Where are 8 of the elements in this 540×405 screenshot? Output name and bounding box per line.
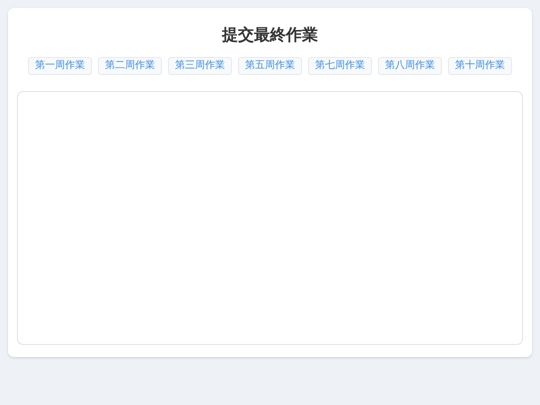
week-tab[interactable]: 第三周作業 [168,57,232,75]
week-tab[interactable]: 第二周作業 [98,57,162,75]
week-tab[interactable]: 第七周作業 [308,57,372,75]
page-title: 提交最終作業 [222,26,318,46]
week-tab[interactable]: 第十周作業 [448,57,512,75]
week-tab[interactable]: 第五周作業 [238,57,302,75]
week-tab[interactable]: 第八周作業 [378,57,442,75]
week-tab[interactable]: 第一周作業 [28,57,92,75]
